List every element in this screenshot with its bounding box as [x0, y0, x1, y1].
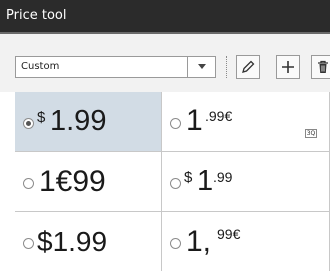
radio-button[interactable]: [23, 238, 34, 249]
toolbar-separator: [226, 56, 227, 78]
format-option[interactable]: 1€99: [15, 152, 162, 212]
price-main: 1: [186, 104, 203, 137]
price-main: $1.99: [37, 226, 108, 257]
price-main: 1,: [186, 225, 212, 258]
radio-button[interactable]: [170, 178, 181, 189]
price-suffix: .99: [213, 169, 233, 185]
price-main: 1€99: [39, 165, 106, 198]
radio-button[interactable]: [170, 238, 181, 249]
edit-button[interactable]: [236, 55, 260, 79]
add-button[interactable]: [276, 55, 300, 79]
price-suffix: 99€: [217, 226, 241, 242]
price-main: 1.99: [50, 105, 107, 137]
radio-dot: [26, 121, 31, 126]
radio-button[interactable]: [23, 178, 34, 189]
window-title: Price tool: [6, 8, 67, 23]
format-select[interactable]: Custom: [15, 56, 216, 78]
price-main: 1: [197, 165, 214, 197]
format-select-value: Custom: [21, 61, 60, 72]
dropdown-button[interactable]: [187, 57, 215, 77]
title-bar: Price tool: [0, 0, 330, 34]
chevron-down-icon: [198, 64, 206, 69]
plus-icon: [282, 61, 294, 73]
radio-button[interactable]: [170, 118, 181, 129]
format-option[interactable]: $ 1.99: [15, 92, 162, 152]
pencil-icon: [242, 60, 255, 73]
format-option[interactable]: $ 1 .99: [162, 152, 330, 212]
trash-icon: [318, 60, 328, 73]
price-format-grid: $ 1.99 1 .99€ 1€99 $ 1 .99 $1.99 1, 99€: [15, 92, 330, 271]
currency-prefix: $: [184, 169, 193, 186]
format-option[interactable]: 1 .99€: [162, 92, 330, 152]
toolbar: Custom: [0, 34, 330, 92]
currency-prefix: $: [37, 109, 46, 126]
price-suffix: .99€: [205, 108, 233, 124]
delete-button[interactable]: [311, 55, 330, 79]
badge-icon: 3Q: [305, 129, 317, 138]
format-option[interactable]: $1.99: [15, 212, 162, 271]
radio-button[interactable]: [23, 118, 34, 129]
format-option[interactable]: 1, 99€: [162, 212, 330, 271]
